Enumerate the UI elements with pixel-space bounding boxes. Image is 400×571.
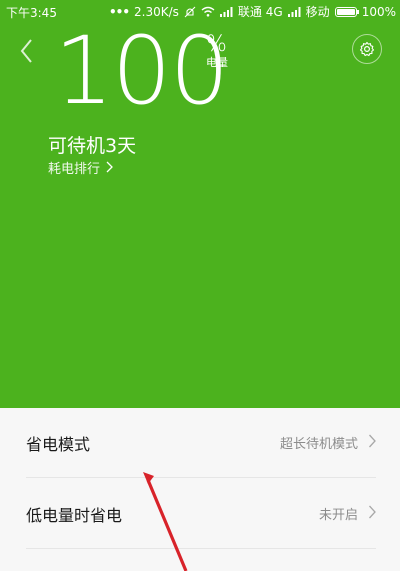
percent-sign: % bbox=[206, 32, 227, 57]
row-value: 未开启 bbox=[318, 508, 358, 523]
power-saving-mode-row[interactable]: 省电模式 超长待机模式 bbox=[26, 408, 376, 478]
signal-icon bbox=[287, 6, 301, 17]
signal-icon bbox=[219, 6, 233, 17]
battery-percent: 100 bbox=[54, 17, 229, 126]
standby-time: 可待机3天 bbox=[48, 135, 137, 157]
wifi-icon bbox=[201, 6, 215, 17]
row-label: 省电模式 bbox=[26, 434, 91, 454]
chevron-right-icon bbox=[368, 434, 376, 452]
battery-icon bbox=[334, 6, 359, 17]
row-value-group: 超长待机模式 bbox=[280, 433, 376, 452]
settings-list: 省电模式 超长待机模式 低电量时省电 未开启 bbox=[0, 408, 400, 571]
gear-icon[interactable] bbox=[352, 34, 382, 64]
battery-text: 100% bbox=[361, 4, 396, 19]
alarm-off-icon bbox=[184, 6, 196, 18]
row-value-group: 未开启 bbox=[319, 504, 376, 523]
battery-hero-panel: 下午3:45 ••• 2.30K/s 联通 4G 移动 100% 100 % 电… bbox=[0, 0, 400, 408]
carrier-2: 移动 bbox=[305, 5, 330, 19]
row-label: 低电量时省电 bbox=[26, 505, 123, 525]
battery-fill bbox=[336, 8, 355, 15]
low-battery-saving-row[interactable]: 低电量时省电 未开启 bbox=[26, 479, 376, 549]
chevron-right-icon bbox=[368, 505, 376, 523]
chevron-right-icon bbox=[105, 161, 113, 179]
screen: 下午3:45 ••• 2.30K/s 联通 4G 移动 100% 100 % 电… bbox=[0, 0, 400, 571]
battery-unit-label: 电量 bbox=[206, 56, 228, 69]
carrier-1: 联通 4G bbox=[237, 5, 283, 19]
chevron-left-icon[interactable] bbox=[16, 36, 40, 66]
status-time: 下午3:45 bbox=[6, 6, 57, 20]
row-value: 超长待机模式 bbox=[279, 437, 358, 452]
power-ranking-label: 耗电排行 bbox=[48, 162, 101, 177]
power-ranking-link[interactable]: 耗电排行 bbox=[48, 161, 113, 179]
